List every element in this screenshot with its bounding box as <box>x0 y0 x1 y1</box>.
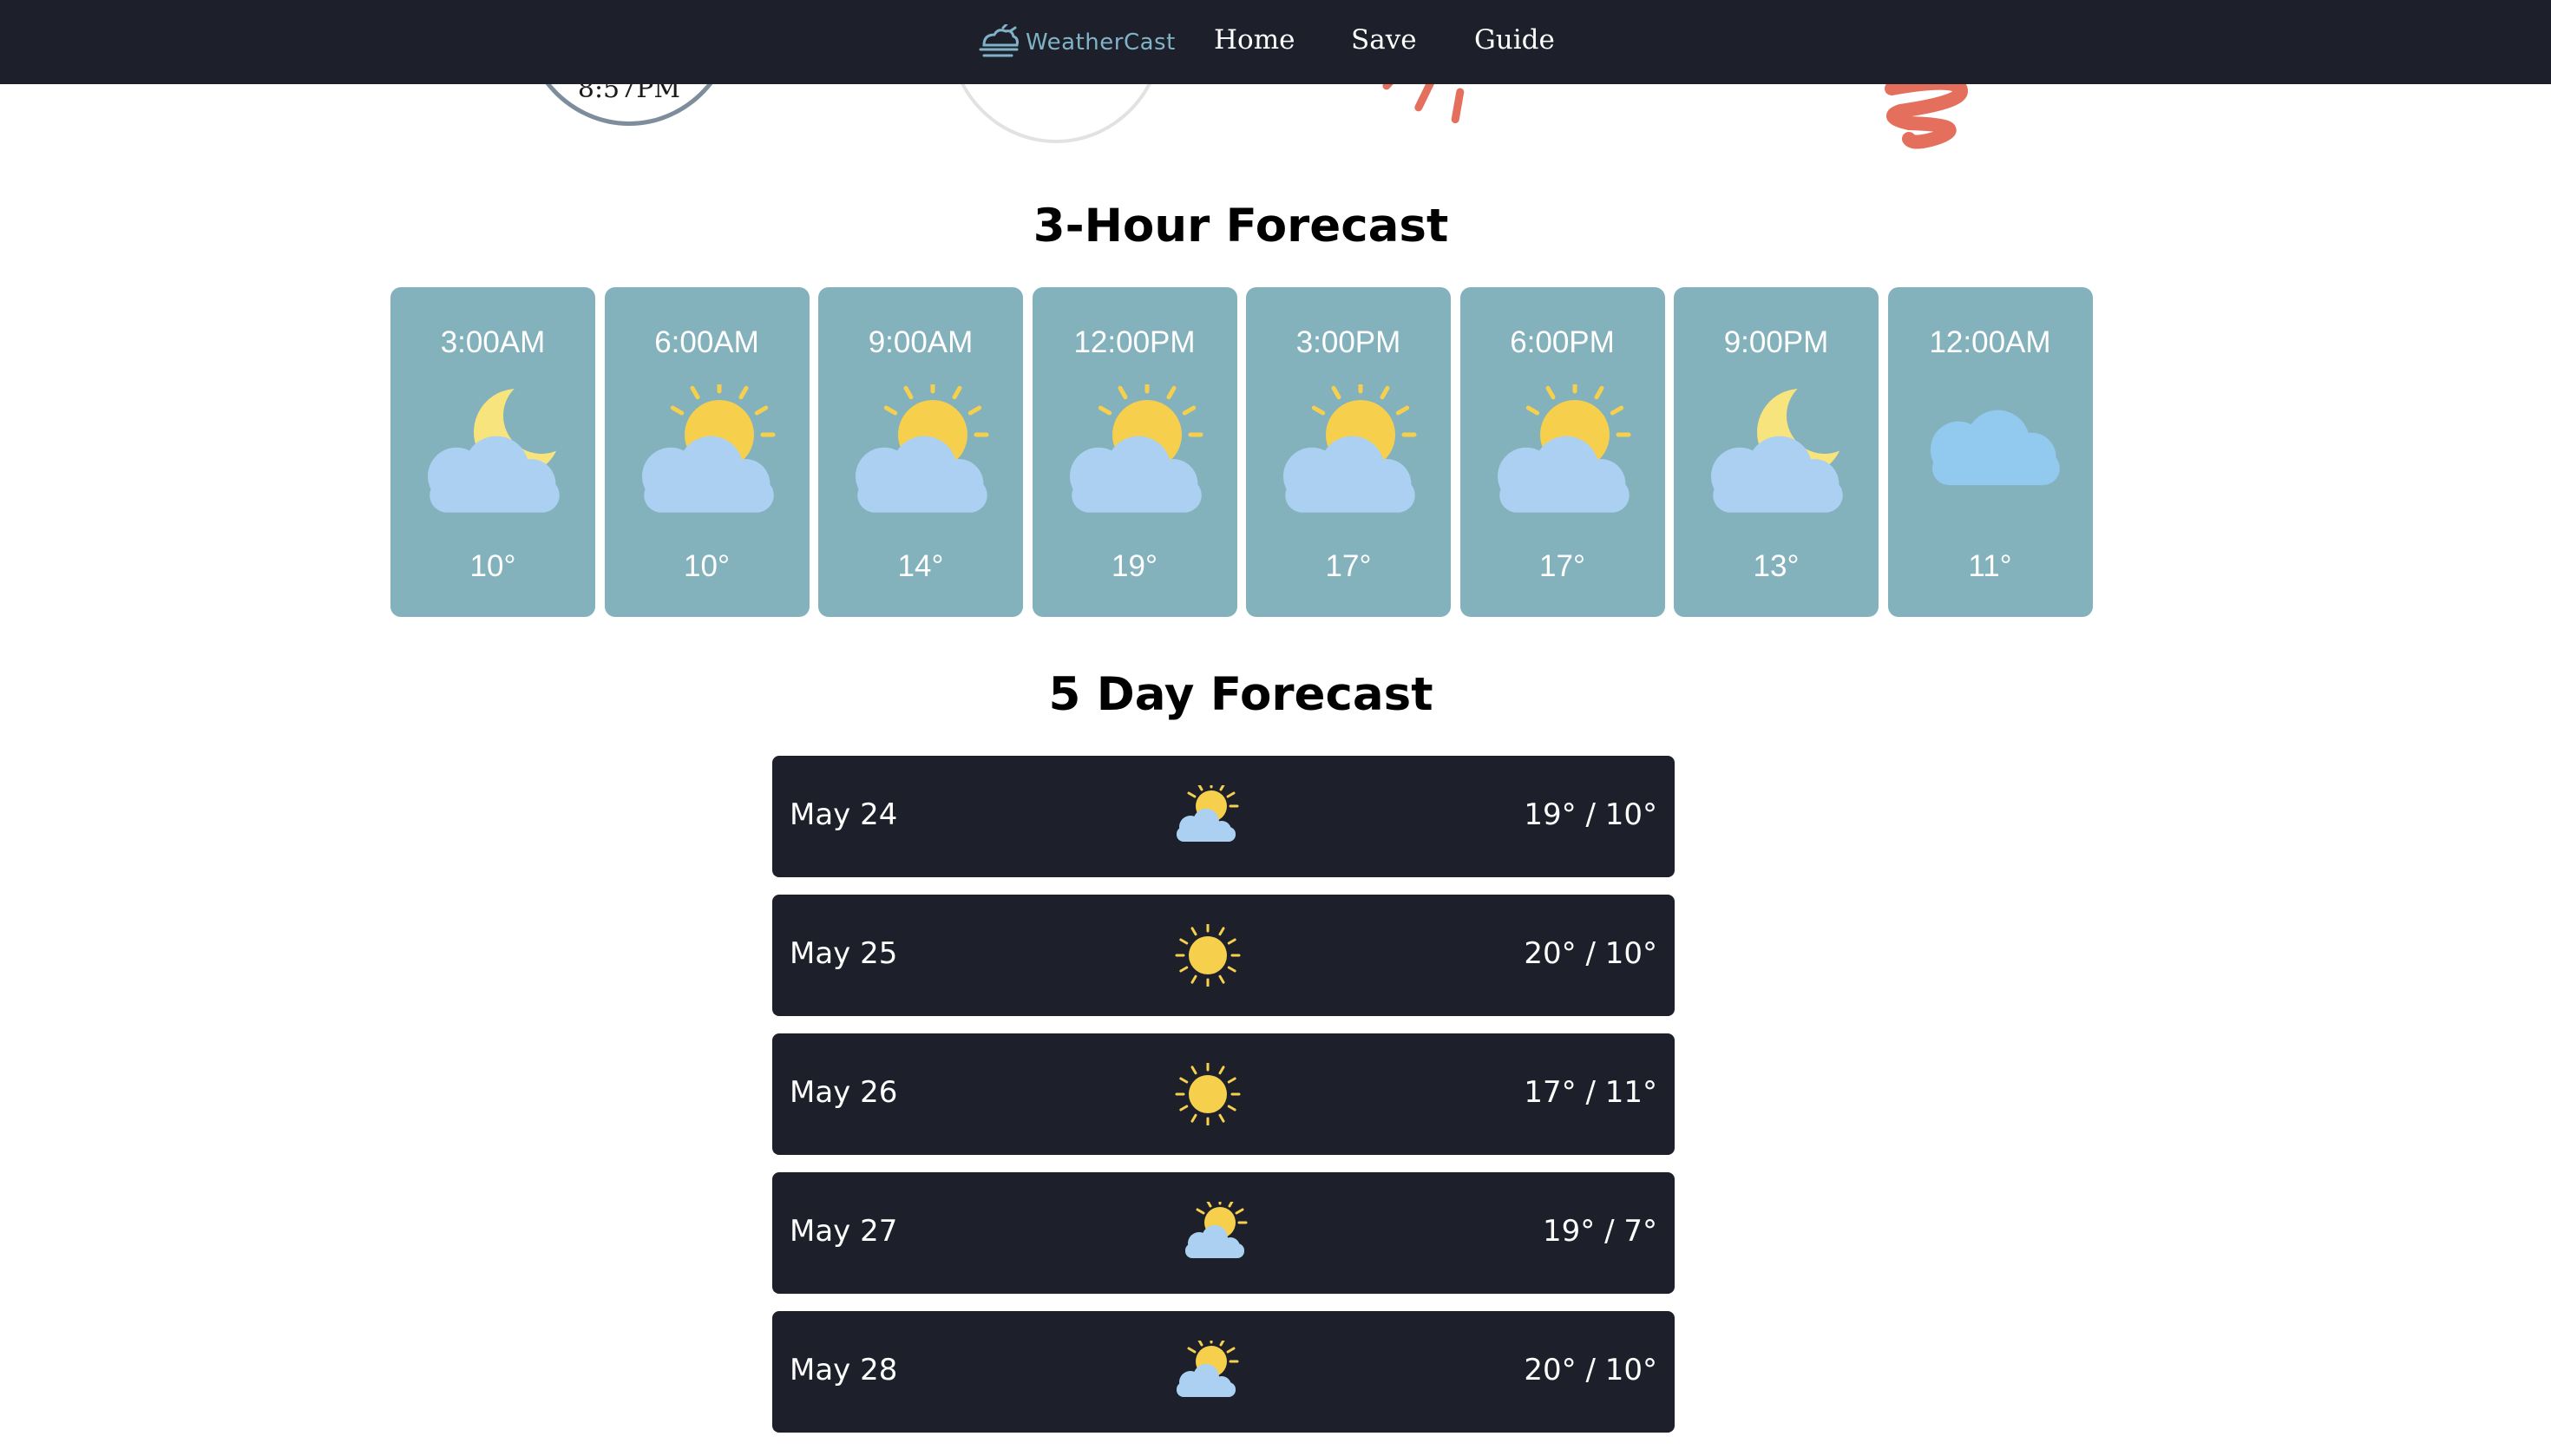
partly-cloudy-icon <box>1168 1334 1241 1403</box>
hourly-time: 12:00AM <box>1929 325 2051 359</box>
daily-temperature-range: 20° / 10° <box>1524 1353 1657 1387</box>
hourly-card: 9:00PM 13° <box>1674 287 1879 617</box>
daily-forecast-row[interactable]: May 28 20° / 10° <box>772 1311 1675 1433</box>
nav-link-guide[interactable]: Guide <box>1474 24 1555 56</box>
hourly-card: 9:00AM 14° <box>818 287 1023 617</box>
daily-date: May 26 <box>790 1075 898 1110</box>
hourly-card: 12:00PM 19° <box>1032 287 1237 617</box>
partly-cloudy-icon <box>1177 1195 1249 1264</box>
hourly-temperature: 17° <box>1325 549 1372 583</box>
hourly-temperature: 11° <box>1968 549 2012 583</box>
nav-link-home[interactable]: Home <box>1214 24 1295 56</box>
hourly-time: 3:00PM <box>1295 325 1401 359</box>
sun-cloud-icon <box>1057 378 1213 532</box>
hourly-temperature: 14° <box>897 549 944 583</box>
daily-temperature-range: 19° / 10° <box>1524 797 1657 832</box>
hourly-time: 6:00PM <box>1510 325 1615 359</box>
hourly-forecast-title: 3-Hour Forecast <box>1033 200 1449 253</box>
daily-temperature-range: 19° / 7° <box>1543 1214 1657 1249</box>
daily-forecast-row[interactable]: May 24 19° / 10° <box>772 756 1675 877</box>
daily-date: May 28 <box>790 1353 898 1387</box>
sun-cloud-icon <box>1270 378 1426 532</box>
daily-forecast-row[interactable]: May 27 19° / 7° <box>772 1172 1675 1294</box>
hourly-card: 6:00PM 17° <box>1459 287 1665 617</box>
daily-date: May 25 <box>790 936 898 971</box>
hourly-time: 9:00PM <box>1723 325 1829 359</box>
daily-temperature-range: 20° / 10° <box>1524 936 1657 971</box>
sun-cloud-icon <box>629 378 785 532</box>
cloud-icon <box>1912 384 2069 532</box>
daily-forecast-row[interactable]: May 26 17° / 11° <box>772 1033 1675 1155</box>
hourly-temperature: 19° <box>1112 549 1157 583</box>
daily-date: May 24 <box>790 797 898 832</box>
sun-cloud-icon <box>1485 378 1641 532</box>
daily-forecast-title: 5 Day Forecast <box>1048 668 1433 721</box>
hourly-temperature: 17° <box>1539 549 1585 583</box>
hourly-temperature: 10° <box>469 549 516 583</box>
navbar: WeatherCast Home Save Guide <box>0 0 2551 84</box>
hourly-card: 3:00AM 10° <box>390 287 595 617</box>
hourly-time: 9:00AM <box>868 325 974 359</box>
brand-logo[interactable]: WeatherCast <box>977 21 1176 64</box>
sun-icon <box>1171 922 1244 988</box>
moon-cloud-icon <box>415 377 580 532</box>
sun-ray-mark <box>1414 78 1435 112</box>
hourly-time: 6:00AM <box>654 325 759 359</box>
partly-cloudy-icon <box>1168 778 1241 848</box>
hourly-time: 12:00PM <box>1073 325 1196 359</box>
sun-ray-mark <box>1451 88 1465 124</box>
sun-icon <box>1171 1061 1244 1127</box>
daily-forecast-row[interactable]: May 25 20° / 10° <box>772 895 1675 1016</box>
brand-name: WeatherCast <box>1026 30 1176 56</box>
hourly-temperature: 13° <box>1753 549 1800 583</box>
hourly-card: 6:00AM 10° <box>604 287 810 617</box>
hourly-temperature: 10° <box>684 549 730 583</box>
hourly-card: 12:00AM 11° <box>1887 287 2093 617</box>
sun-cloud-icon <box>843 378 999 532</box>
nav-link-save[interactable]: Save <box>1351 24 1417 56</box>
daily-date: May 27 <box>790 1214 898 1249</box>
hourly-time: 3:00AM <box>440 325 546 359</box>
moon-cloud-icon <box>1698 377 1863 532</box>
daily-temperature-range: 17° / 11° <box>1524 1075 1657 1110</box>
hourly-card: 3:00PM 17° <box>1246 287 1451 617</box>
weathercast-logo-icon <box>979 24 1019 57</box>
